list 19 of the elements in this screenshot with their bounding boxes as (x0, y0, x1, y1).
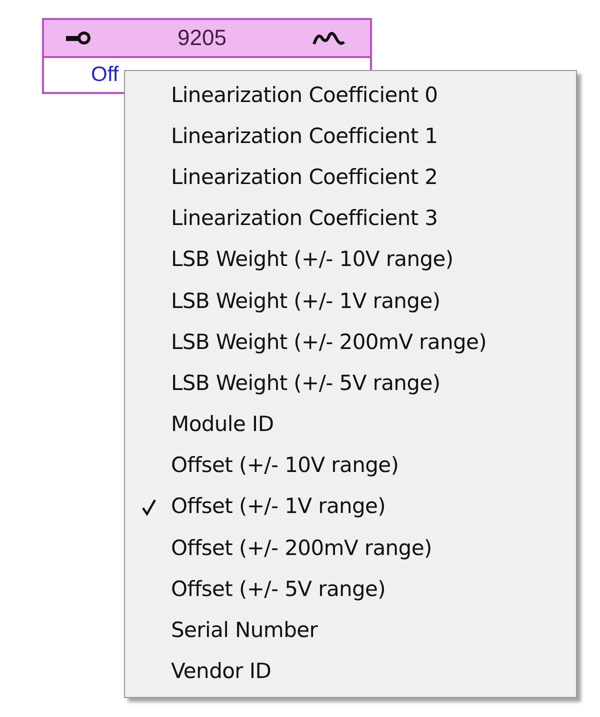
menu-item[interactable]: Serial Number (125, 609, 576, 651)
menu-item[interactable]: Vendor ID (125, 650, 576, 692)
menu-item[interactable]: Linearization Coefficient 1 (125, 115, 576, 156)
menu-item[interactable]: Linearization Coefficient 2 (125, 156, 576, 198)
terminal-icon (66, 31, 92, 45)
menu-item[interactable]: Linearization Coefficient 0 (125, 74, 576, 116)
menu-item[interactable]: Linearization Coefficient 3 (125, 198, 576, 239)
menu-item[interactable]: LSB Weight (+/- 1V range) (125, 280, 576, 322)
menu-item[interactable]: LSB Weight (+/- 10V range) (125, 238, 576, 280)
property-name[interactable]: Off (91, 63, 119, 87)
menu-item[interactable]: LSB Weight (+/- 200mV range) (125, 321, 576, 362)
menu-item[interactable]: LSB Weight (+/- 5V range) (125, 362, 576, 404)
node-value: 9205 (178, 25, 226, 51)
menu-item[interactable]: Module ID (125, 404, 576, 445)
menu-item[interactable]: Offset (+/- 10V range) (125, 444, 576, 486)
menu-item[interactable]: Offset (+/- 200mV range) (125, 527, 576, 568)
waveform-icon (312, 30, 346, 46)
menu-item[interactable]: Offset (+/- 5V range) (125, 568, 576, 610)
menu-item[interactable]: Offset (+/- 1V range) (125, 486, 576, 528)
